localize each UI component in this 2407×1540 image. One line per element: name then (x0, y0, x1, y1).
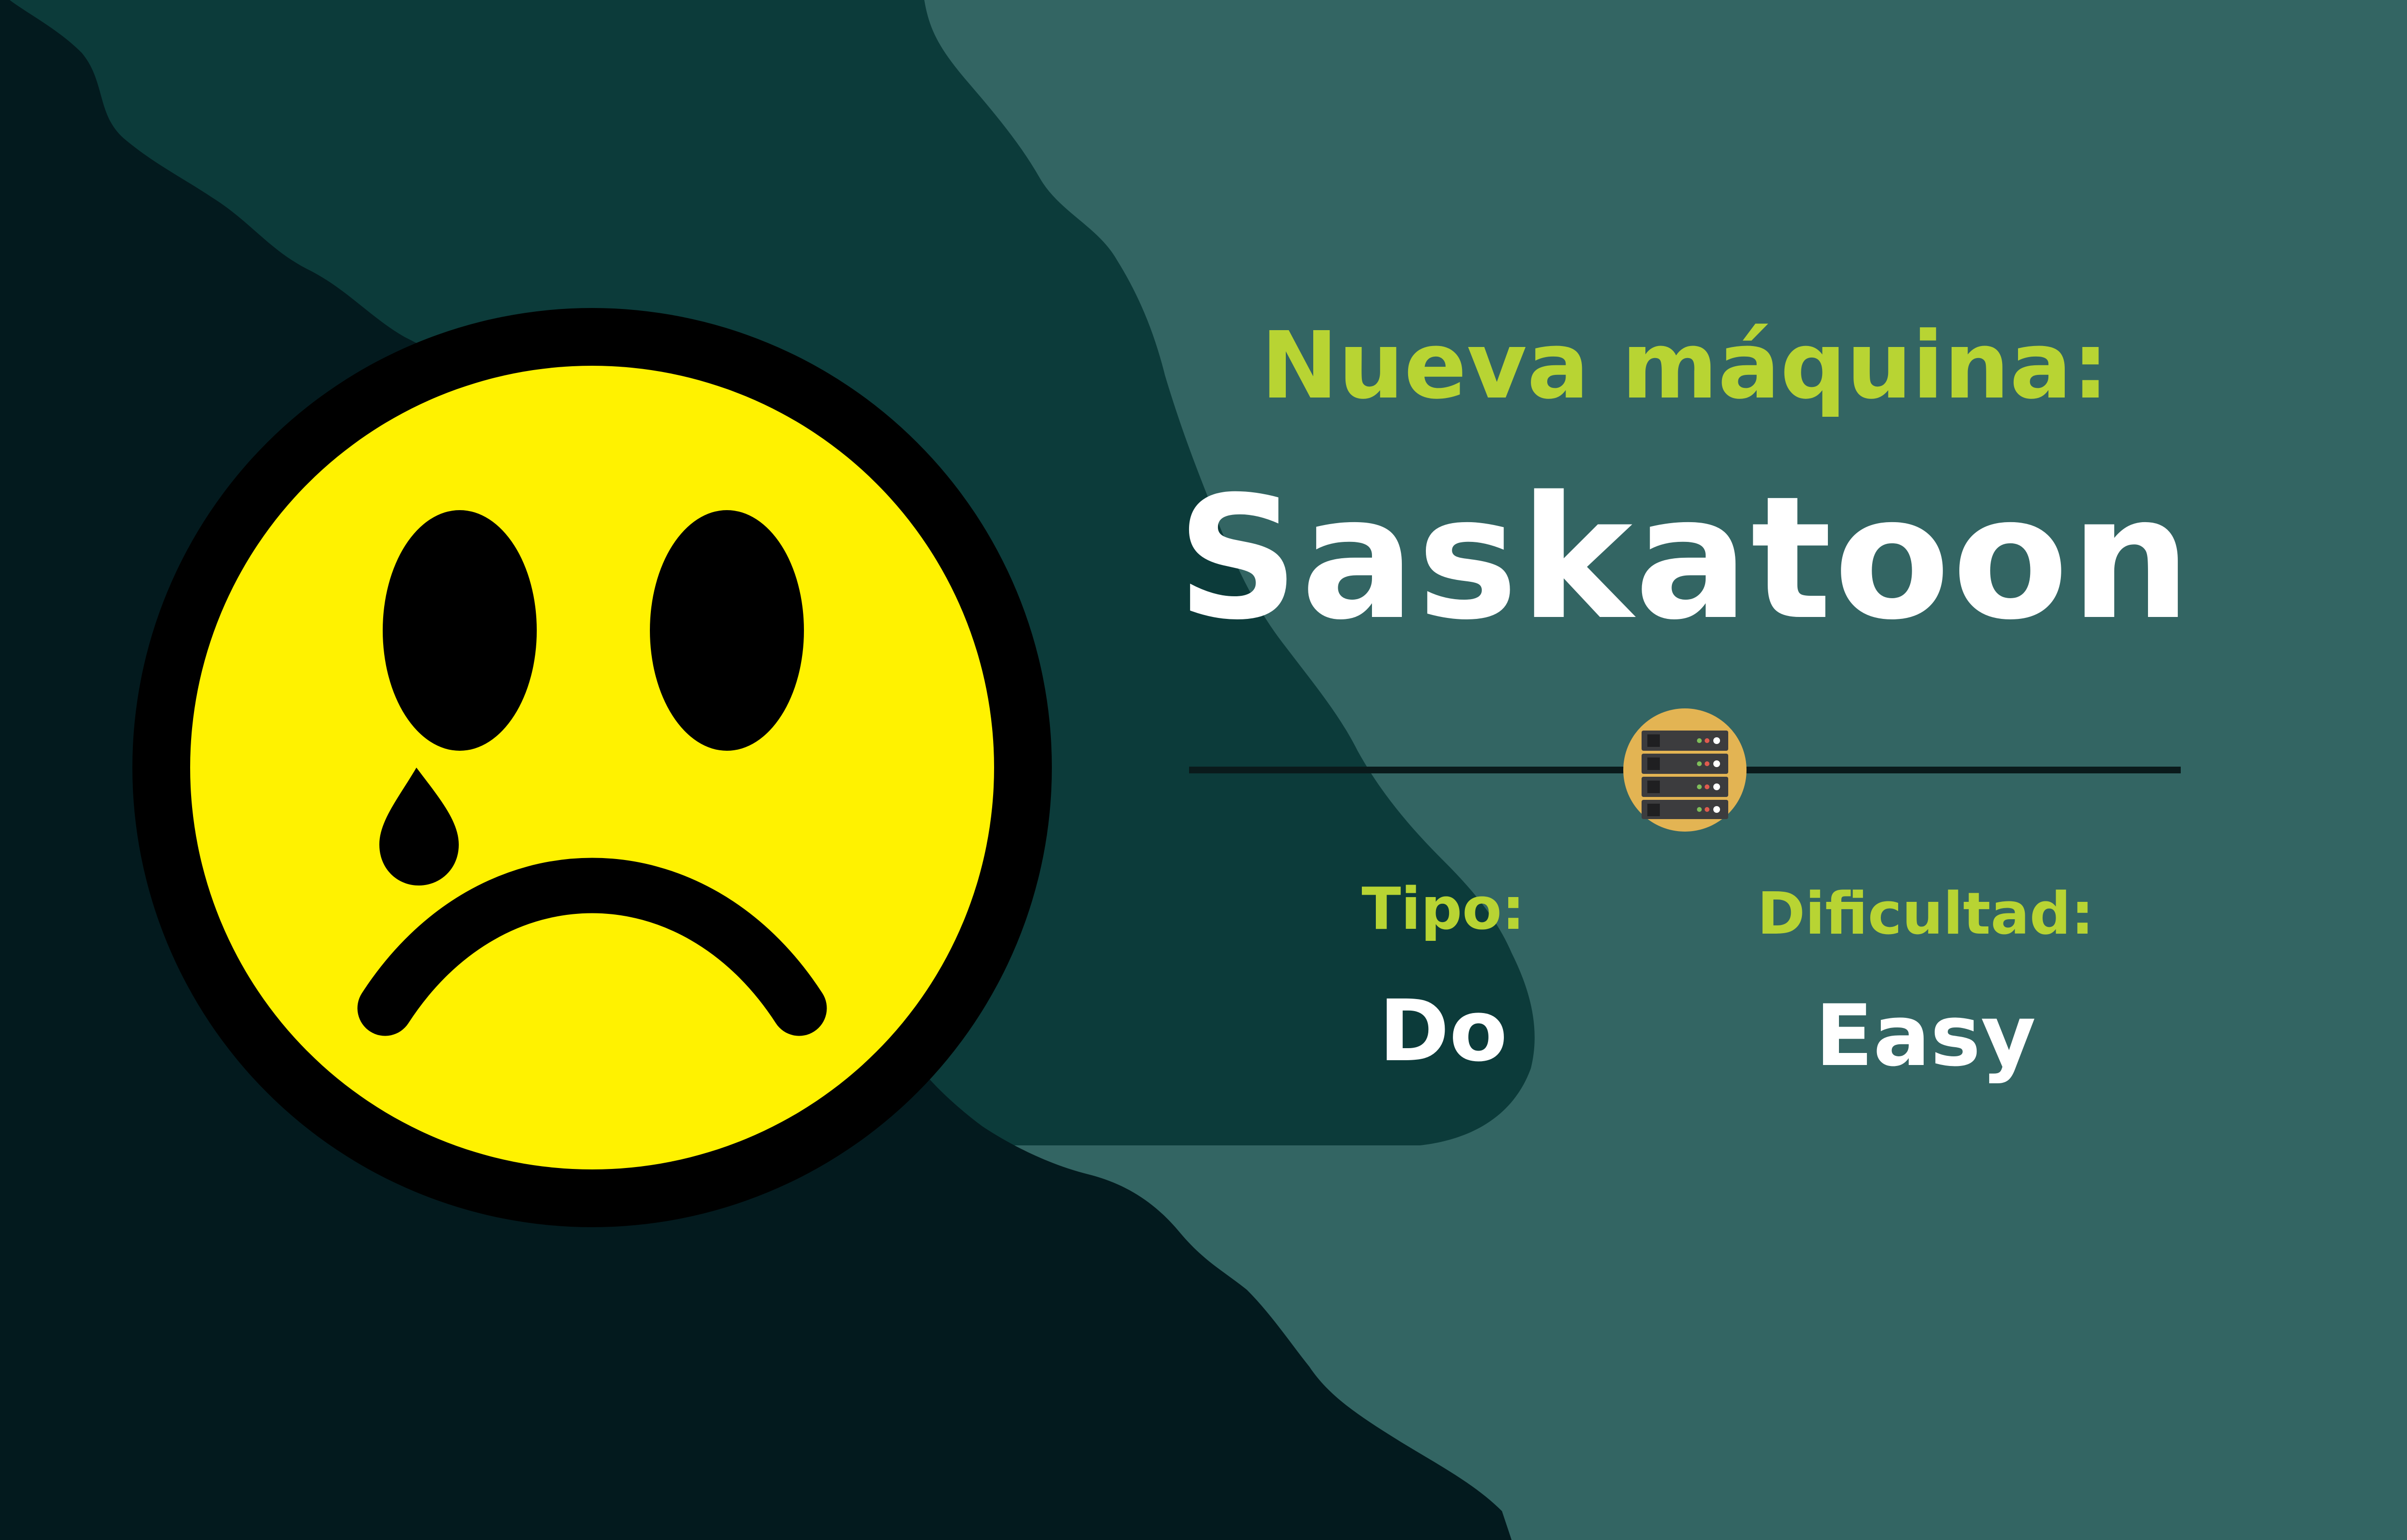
server-rack-icon (1623, 708, 1747, 832)
dificultad-label: Dificultad: (1757, 881, 2094, 948)
tipo-label: Tipo: (1361, 876, 1525, 943)
crying-sad-face-icon (132, 308, 1052, 1227)
face-fill (190, 366, 994, 1169)
dificultad-value: Easy (1815, 987, 2036, 1085)
tipo-value: Do (1379, 982, 1508, 1080)
banner: Nueva máquina: Saskatoon Tipo: Do Dificu… (0, 0, 2407, 1540)
new-machine-label: Nueva máquina: (1261, 312, 2109, 420)
left-eye (383, 510, 537, 751)
right-eye (650, 510, 804, 751)
machine-name-title: Saskatoon (1177, 460, 2193, 657)
